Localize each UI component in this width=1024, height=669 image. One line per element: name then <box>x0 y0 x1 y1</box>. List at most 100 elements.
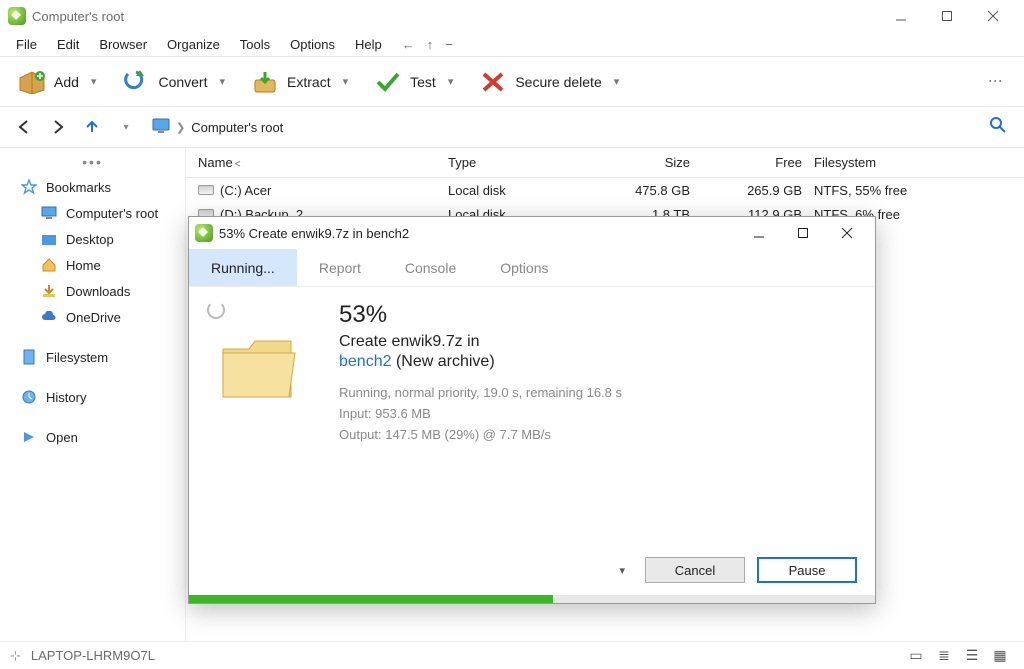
titlebar: Computer's root <box>0 0 1024 32</box>
toolbar-test-button[interactable]: Test ▾ <box>364 63 463 101</box>
sidebar-bookmarks[interactable]: Bookmarks <box>0 174 185 200</box>
table-row[interactable]: (C:) Acer Local disk 475.8 GB 265.9 GB N… <box>186 178 1024 202</box>
dialog-maximize-button[interactable] <box>781 219 825 247</box>
column-header-type[interactable]: Type <box>448 155 608 170</box>
app-icon <box>195 224 213 242</box>
window-close-button[interactable] <box>970 0 1016 32</box>
navbar: ▾ ❯ Computer's root <box>0 106 1024 148</box>
nav-up-button[interactable] <box>78 113 106 141</box>
download-icon <box>40 282 58 300</box>
play-icon <box>20 428 38 446</box>
menu-nav-up-icon[interactable]: ↑ <box>427 37 434 52</box>
progress-percent-text: 53% <box>339 301 857 329</box>
view-details-button[interactable]: ☰ <box>958 647 986 664</box>
statusbar: ⊹ LAPTOP-LHRM9O7L ▭ ≣ ☰ ▦ <box>0 641 1024 669</box>
chevron-down-icon: ▾ <box>448 75 454 88</box>
window-maximize-button[interactable] <box>924 0 970 32</box>
sidebar-item-home[interactable]: Home <box>0 252 185 278</box>
grip-icon: ⊹ <box>10 648 21 664</box>
sidebar-history-label: History <box>46 390 86 405</box>
toolbar-add-button[interactable]: Add ▾ <box>8 63 106 101</box>
menu-tools[interactable]: Tools <box>230 34 280 55</box>
menu-organize[interactable]: Organize <box>157 34 230 55</box>
dialog-minimize-button[interactable] <box>737 219 781 247</box>
breadcrumb-label: Computer's root <box>191 120 283 135</box>
menu-options[interactable]: Options <box>280 34 345 55</box>
cancel-button[interactable]: Cancel <box>645 557 745 583</box>
progress-target-text: bench2 (New archive) <box>339 353 857 371</box>
sidebar-item-downloads[interactable]: Downloads <box>0 278 185 304</box>
menubar: File Edit Browser Organize Tools Options… <box>0 32 1024 56</box>
x-delete-icon <box>479 68 507 96</box>
nav-history-dropdown[interactable]: ▾ <box>112 113 140 141</box>
toolbar-extract-button[interactable]: Extract ▾ <box>241 63 358 101</box>
nav-back-button[interactable] <box>10 113 38 141</box>
window-minimize-button[interactable] <box>878 0 924 32</box>
progress-bar <box>189 595 875 603</box>
sidebar-item-label: Computer's root <box>66 206 158 221</box>
spinner-icon <box>207 301 225 319</box>
chevron-right-icon: ❯ <box>176 121 185 134</box>
progress-status-3: Output: 147.5 MB (29%) @ 7.7 MB/s <box>339 425 857 446</box>
sidebar-item-label: Downloads <box>66 284 130 299</box>
column-header-name[interactable]: Name< <box>198 155 448 170</box>
nav-forward-button[interactable] <box>44 113 72 141</box>
column-header-size[interactable]: Size <box>608 155 708 170</box>
sidebar-history[interactable]: History <box>0 384 185 410</box>
toolbar-extract-label: Extract <box>287 74 331 90</box>
home-icon <box>40 256 58 274</box>
sidebar-open[interactable]: Open <box>0 424 185 450</box>
search-button[interactable] <box>982 116 1014 139</box>
sidebar-item-desktop[interactable]: Desktop <box>0 226 185 252</box>
row-name: (C:) Acer <box>220 183 271 198</box>
dialog-titlebar: 53% Create enwik9.7z in bench2 <box>189 217 875 249</box>
dialog-title: 53% Create enwik9.7z in bench2 <box>219 226 409 241</box>
toolbar-secure-delete-button[interactable]: Secure delete ▾ <box>469 63 629 101</box>
tab-running[interactable]: Running... <box>189 249 297 286</box>
menu-edit[interactable]: Edit <box>47 34 89 55</box>
sidebar-item-computers-root[interactable]: Computer's root <box>0 200 185 226</box>
dialog-tabs: Running... Report Console Options <box>189 249 875 287</box>
tab-options[interactable]: Options <box>478 249 570 286</box>
toolbar-convert-label: Convert <box>158 74 207 90</box>
pause-button[interactable]: Pause <box>757 557 857 583</box>
dialog-options-dropdown[interactable]: ▾ <box>619 564 625 577</box>
menu-help[interactable]: Help <box>345 34 392 55</box>
column-headers: Name< Type Size Free Filesystem <box>186 148 1024 178</box>
sidebar-item-onedrive[interactable]: OneDrive <box>0 304 185 330</box>
statusbar-host: LAPTOP-LHRM9O7L <box>31 648 155 663</box>
chevron-down-icon: ▾ <box>343 75 349 88</box>
view-list-button[interactable]: ≣ <box>930 647 958 664</box>
progress-path-link[interactable]: bench2 <box>339 353 392 370</box>
sidebar-item-label: OneDrive <box>66 310 121 325</box>
menu-nav-back-icon[interactable]: ← <box>402 37 415 52</box>
folder-icon <box>40 230 58 248</box>
sidebar-overflow-icon[interactable]: ••• <box>0 154 185 174</box>
tab-report[interactable]: Report <box>297 249 383 286</box>
dialog-close-button[interactable] <box>825 219 869 247</box>
toolbar-add-label: Add <box>54 74 79 90</box>
toolbar-test-label: Test <box>410 74 436 90</box>
toolbar-overflow-button[interactable]: ⋮ <box>988 74 1004 89</box>
row-type: Local disk <box>448 183 608 198</box>
chevron-down-icon: ▾ <box>614 75 620 88</box>
menu-nav-minimize-icon[interactable]: − <box>445 37 453 52</box>
progress-dialog: 53% Create enwik9.7z in bench2 Running..… <box>188 216 876 604</box>
menu-browser[interactable]: Browser <box>89 34 157 55</box>
sidebar: ••• Bookmarks Computer's root Desktop Ho… <box>0 148 186 641</box>
menu-file[interactable]: File <box>6 34 47 55</box>
progress-status-1: Running, normal priority, 19.0 s, remain… <box>339 383 857 404</box>
cloud-icon <box>40 308 58 326</box>
monitor-icon <box>40 204 58 222</box>
column-header-free[interactable]: Free <box>708 155 808 170</box>
progress-status-2: Input: 953.6 MB <box>339 404 857 425</box>
column-header-filesystem[interactable]: Filesystem <box>808 155 1024 170</box>
sidebar-filesystem[interactable]: Filesystem <box>0 344 185 370</box>
toolbar-convert-button[interactable]: Convert ▾ <box>112 63 235 101</box>
breadcrumb[interactable]: ❯ Computer's root <box>152 118 283 137</box>
view-thumbnails-button[interactable]: ▦ <box>986 647 1014 664</box>
tab-console[interactable]: Console <box>383 249 478 286</box>
box-add-icon <box>18 68 46 96</box>
progress-action-text: Create enwik9.7z in <box>339 333 857 351</box>
view-large-icons-button[interactable]: ▭ <box>902 647 930 664</box>
